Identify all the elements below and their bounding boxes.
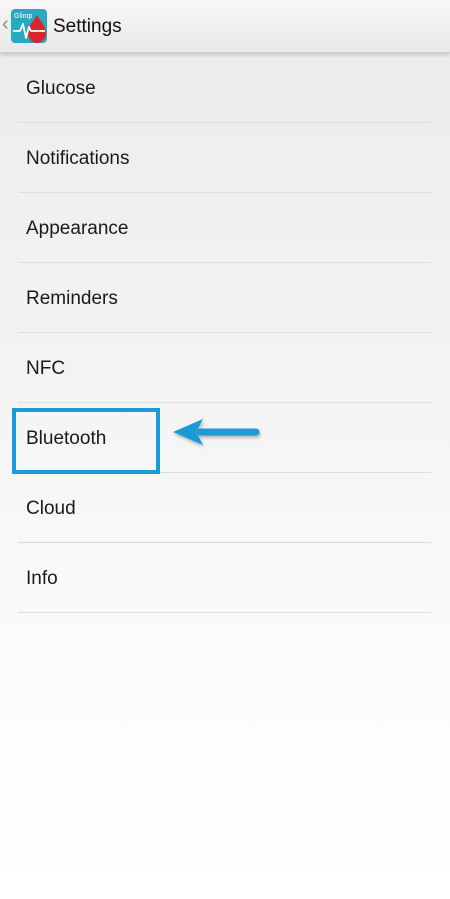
settings-item-label: Glucose	[26, 77, 96, 99]
settings-item-label: Reminders	[26, 287, 118, 309]
chevron-left-icon[interactable]: ‹	[2, 14, 9, 34]
settings-item-label: Cloud	[26, 497, 76, 519]
glimp-logo: Glimp	[11, 9, 47, 43]
settings-item-label: NFC	[26, 357, 66, 379]
app-icon-label: Glimp	[14, 13, 32, 20]
settings-item-bluetooth[interactable]: Bluetooth	[18, 403, 431, 473]
settings-item-cloud[interactable]: Cloud	[18, 473, 431, 543]
settings-item-label: Appearance	[26, 217, 129, 239]
settings-item-glucose[interactable]: Glucose	[18, 53, 431, 123]
app-bar: ‹ Glimp Settings	[0, 0, 450, 53]
settings-item-notifications[interactable]: Notifications	[18, 123, 431, 193]
settings-item-info[interactable]: Info	[18, 543, 431, 613]
settings-item-nfc[interactable]: NFC	[18, 333, 431, 403]
settings-item-label: Bluetooth	[26, 427, 107, 449]
settings-list: Glucose Notifications Appearance Reminde…	[18, 53, 431, 613]
settings-item-label: Notifications	[26, 147, 130, 169]
page-title: Settings	[53, 16, 122, 37]
settings-item-appearance[interactable]: Appearance	[18, 193, 431, 263]
glimp-app-icon[interactable]: Glimp	[11, 9, 49, 45]
settings-item-reminders[interactable]: Reminders	[18, 263, 431, 333]
settings-item-label: Info	[26, 567, 58, 589]
